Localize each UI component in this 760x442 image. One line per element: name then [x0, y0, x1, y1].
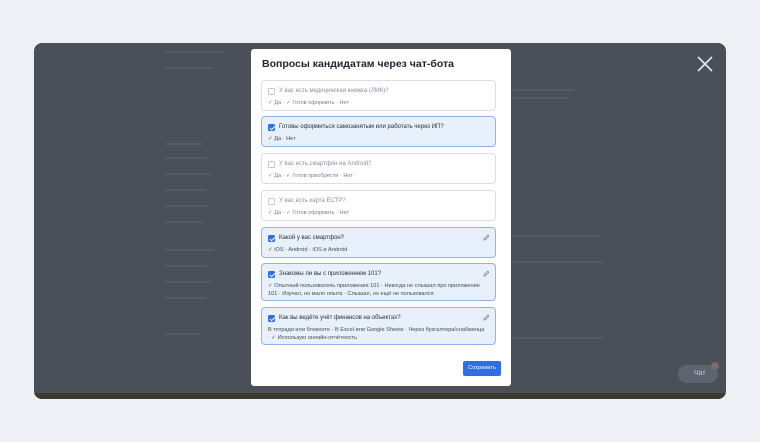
bg-text [164, 173, 212, 175]
bg-text [164, 157, 208, 159]
chat-label: Чат [694, 370, 706, 377]
bg-text [164, 249, 214, 251]
question-header: У вас есть медицинская книжка (ЛМК)? [268, 87, 481, 97]
checkbox-check-icon[interactable] [268, 124, 275, 131]
question-card[interactable]: Знакомы ли вы с приложением 101? ✓ Опытн… [261, 263, 496, 301]
bg-text [512, 89, 574, 91]
question-checkbox[interactable] [268, 88, 275, 95]
pencil-icon[interactable] [483, 270, 490, 277]
bg-text [164, 67, 214, 69]
close-icon[interactable] [696, 55, 714, 73]
question-header: У вас есть карта ЕСТР? [268, 197, 481, 207]
question-answers: ✓ Да · Нет [268, 136, 296, 142]
pencil-icon[interactable] [483, 314, 490, 321]
question-header: Готовы оформиться самозанятым или работа… [268, 123, 481, 133]
pencil-icon[interactable] [483, 234, 490, 241]
questions-modal: Вопросы кандидатам через чат-бота У вас … [251, 49, 511, 386]
question-card[interactable]: У вас есть карта ЕСТР? ✓ Да · ✓ Готов оф… [261, 190, 496, 221]
bg-text [164, 51, 224, 53]
question-header: Знакомы ли вы с приложением 101? [268, 270, 481, 280]
bg-text [512, 97, 570, 99]
question-card[interactable]: У вас есть медицинская книжка (ЛМК)? ✓ Д… [261, 80, 496, 111]
question-card[interactable]: Как вы ведёте учёт финансов на объектах?… [261, 307, 496, 345]
question-header: Как вы ведёте учёт финансов на объектах? [268, 314, 481, 324]
question-checkbox[interactable] [268, 198, 275, 205]
question-text: У вас есть смартфон на Android? [279, 161, 372, 167]
bg-text [164, 297, 206, 299]
modal-title: Вопросы кандидатам через чат-бота [262, 58, 454, 70]
bg-text [164, 281, 212, 283]
bg-text [164, 265, 208, 267]
bg-text [512, 261, 604, 263]
chat-badge [711, 362, 719, 370]
question-answers: ✓ Да · ✓ Готов приобрести · Нет [268, 173, 353, 179]
question-answers: В тетради или блокноте · В Excel или Goo… [268, 327, 485, 341]
question-answers: ✓ Да · ✓ Готов оформить · Нет [268, 100, 350, 106]
checkbox-check-icon[interactable] [268, 235, 275, 242]
question-card[interactable]: У вас есть смартфон на Android? ✓ Да · ✓… [261, 153, 496, 184]
question-text: У вас есть медицинская книжка (ЛМК)? [279, 88, 389, 94]
checkbox-check-icon[interactable] [268, 271, 275, 278]
question-header: У вас есть смартфон на Android? [268, 160, 481, 170]
bg-text [512, 235, 602, 237]
question-text: Знакомы ли вы с приложением 101? [279, 271, 382, 277]
question-checkbox[interactable] [268, 161, 275, 168]
question-text: Какой у вас смартфон? [279, 235, 345, 241]
question-answers: ✓ iOS · Android · iOS и Android [268, 247, 348, 253]
bg-text [164, 205, 210, 207]
question-header: Какой у вас смартфон? [268, 234, 481, 244]
bg-text [164, 143, 204, 145]
question-answers: ✓ Да · ✓ Готов оформить · Нет [268, 210, 350, 216]
question-text: У вас есть карта ЕСТР? [279, 198, 346, 204]
save-button[interactable]: Сохранить [463, 361, 501, 376]
question-text: Как вы ведёте учёт финансов на объектах? [279, 315, 401, 321]
question-text: Готовы оформиться самозанятым или работа… [279, 124, 444, 130]
question-card[interactable]: Готовы оформиться самозанятым или работа… [261, 116, 496, 147]
question-answers: ✓ Опытный пользователь приложения 101 · … [268, 283, 480, 297]
bg-text [512, 337, 604, 339]
checkbox-check-icon[interactable] [268, 315, 275, 322]
question-card[interactable]: Какой у вас смартфон? ✓ iOS · Android · … [261, 227, 496, 258]
bg-text [164, 189, 206, 191]
bg-text [164, 333, 202, 335]
background-image-strip [34, 393, 726, 399]
bg-text [164, 221, 204, 223]
